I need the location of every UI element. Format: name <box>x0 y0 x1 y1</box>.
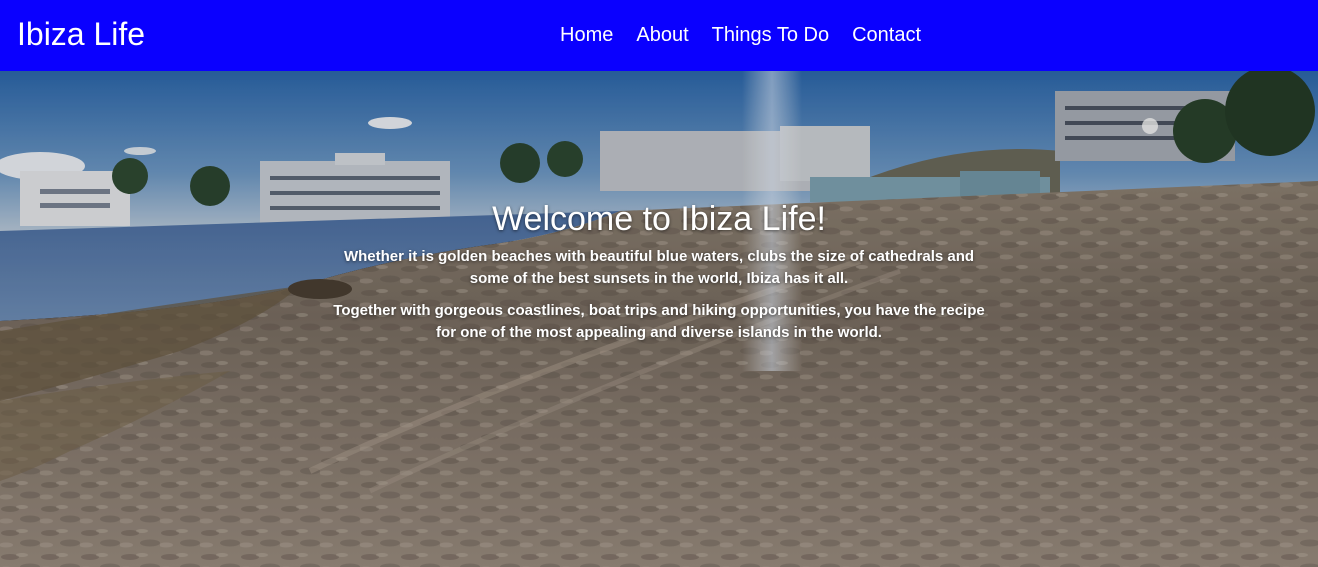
main-nav: Home About Things To Do Contact <box>560 22 921 48</box>
site-logo[interactable]: Ibiza Life <box>17 14 145 54</box>
hero-paragraph-2: Together with gorgeous coastlines, boat … <box>333 302 985 341</box>
nav-link-things-to-do[interactable]: Things To Do <box>712 22 829 48</box>
nav-link-home[interactable]: Home <box>560 22 613 48</box>
hero-title: Welcome to Ibiza Life! <box>492 200 826 238</box>
hero-section: Welcome to Ibiza Life! Whether it is gol… <box>0 71 1318 567</box>
navbar: Ibiza Life Home About Things To Do Conta… <box>0 0 1318 71</box>
hero-content: Welcome to Ibiza Life! Whether it is gol… <box>0 198 1318 354</box>
hero-paragraph-1: Whether it is golden beaches with beauti… <box>343 248 975 287</box>
nav-link-contact[interactable]: Contact <box>852 22 921 48</box>
nav-link-about[interactable]: About <box>636 22 688 48</box>
